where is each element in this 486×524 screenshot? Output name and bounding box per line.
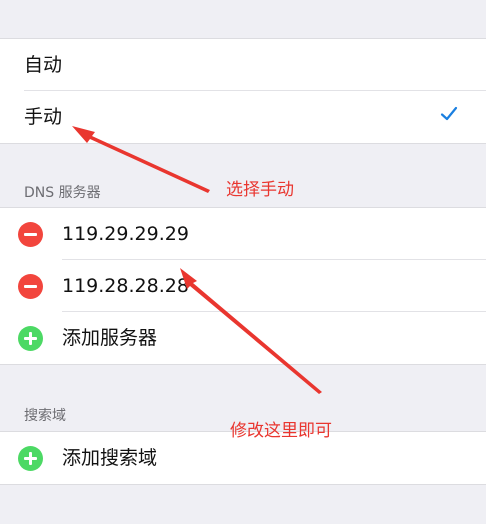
arrow-to-manual xyxy=(72,126,210,193)
annotation-arrows xyxy=(72,126,322,394)
annotation-select-manual: 选择手动 xyxy=(226,180,294,200)
annotation-edit-here: 修改这里即可 xyxy=(230,421,332,441)
arrow-to-dns xyxy=(180,268,322,394)
